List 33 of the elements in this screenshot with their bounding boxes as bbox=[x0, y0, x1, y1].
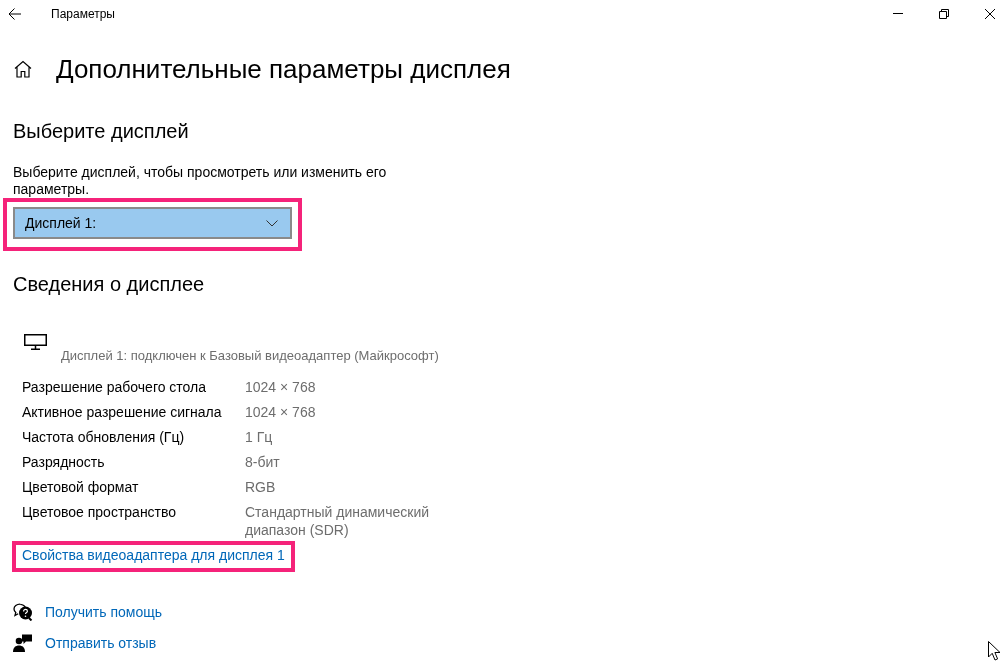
display-dropdown[interactable]: Дисплей 1: bbox=[13, 207, 292, 239]
chat-question-icon bbox=[13, 603, 33, 621]
section-description: Выберите дисплей, чтобы просмотреть или изменить его параметры. bbox=[13, 164, 388, 198]
property-label: Разрешение рабочего стола bbox=[22, 378, 207, 396]
property-label: Частота обновления (Гц) bbox=[22, 428, 185, 446]
property-label: Активное разрешение сигнала bbox=[22, 403, 222, 421]
back-arrow-icon bbox=[7, 7, 21, 20]
home-button[interactable] bbox=[13, 59, 33, 79]
minimize-icon bbox=[893, 13, 903, 14]
property-value: 1024 × 768 bbox=[245, 378, 316, 396]
chevron-down-icon bbox=[266, 219, 278, 227]
restore-icon bbox=[939, 8, 949, 19]
window-title: Параметры bbox=[51, 5, 115, 22]
monitor-icon bbox=[24, 334, 47, 350]
section-heading: Сведения о дисплее bbox=[13, 272, 205, 297]
property-label: Цветовое пространство bbox=[22, 503, 177, 522]
property-value: RGB bbox=[245, 478, 276, 496]
person-speech-icon bbox=[13, 634, 33, 652]
property-value: 1024 × 768 bbox=[245, 403, 316, 421]
page-title: Дополнительные параметры дисплея bbox=[56, 53, 511, 86]
mouse-pointer-icon bbox=[988, 641, 1001, 661]
help-link[interactable]: Отправить отзыв bbox=[45, 634, 157, 652]
section-heading: Выберите дисплей bbox=[13, 119, 189, 144]
property-value: 8-бит bbox=[245, 453, 280, 471]
property-label: Разрядность bbox=[22, 453, 105, 471]
connection-info: Дисплей 1: подключен к Базовый видеоадаптер (Майкрософт) bbox=[61, 347, 439, 365]
close-icon bbox=[985, 8, 995, 19]
home-icon bbox=[14, 60, 32, 78]
help-link[interactable]: Получить помощь bbox=[45, 603, 162, 621]
property-value: 1 Гц bbox=[245, 428, 273, 446]
property-label: Цветовой формат bbox=[22, 478, 139, 496]
adapter-properties-link[interactable]: Свойства видеоадаптера для дисплея 1 bbox=[22, 546, 285, 564]
property-value: Стандартный динамический диапазон (SDR) bbox=[245, 503, 431, 539]
